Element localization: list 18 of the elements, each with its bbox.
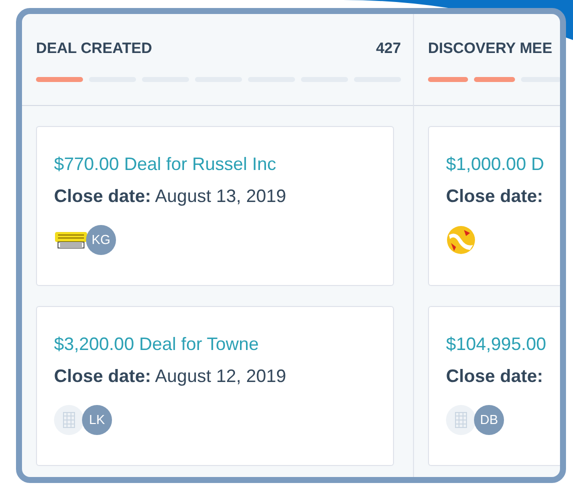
close-date: Close date: August 13, 2019: [54, 185, 286, 208]
owner-avatar: LK: [82, 405, 112, 435]
close-date: Close date:: [446, 185, 544, 208]
deal-count: 427: [376, 39, 401, 59]
column-title: DEAL CREATED: [36, 39, 152, 59]
deal-card[interactable]: $770.00 Deal for Russel Inc Close date: August 13, 2019 KG: [36, 126, 394, 286]
deal-card[interactable]: $104,995.00 Close date: DB: [428, 306, 560, 466]
company-placeholder-icon: [446, 405, 476, 435]
sphere-logo-icon: [446, 225, 476, 255]
company-placeholder-icon: [54, 405, 84, 435]
owner-avatar: KG: [86, 225, 116, 255]
close-date: Close date: August 12, 2019: [54, 365, 286, 388]
deal-card[interactable]: $3,200.00 Deal for Towne Close date: August 12, 2019 LK: [36, 306, 394, 466]
close-date: Close date:: [446, 365, 544, 388]
comic-logo-icon: [54, 229, 88, 251]
deal-card[interactable]: $1,000.00 D Close date:: [428, 126, 560, 286]
owner-avatar: DB: [474, 405, 504, 435]
column-title: DISCOVERY MEE: [428, 39, 552, 59]
